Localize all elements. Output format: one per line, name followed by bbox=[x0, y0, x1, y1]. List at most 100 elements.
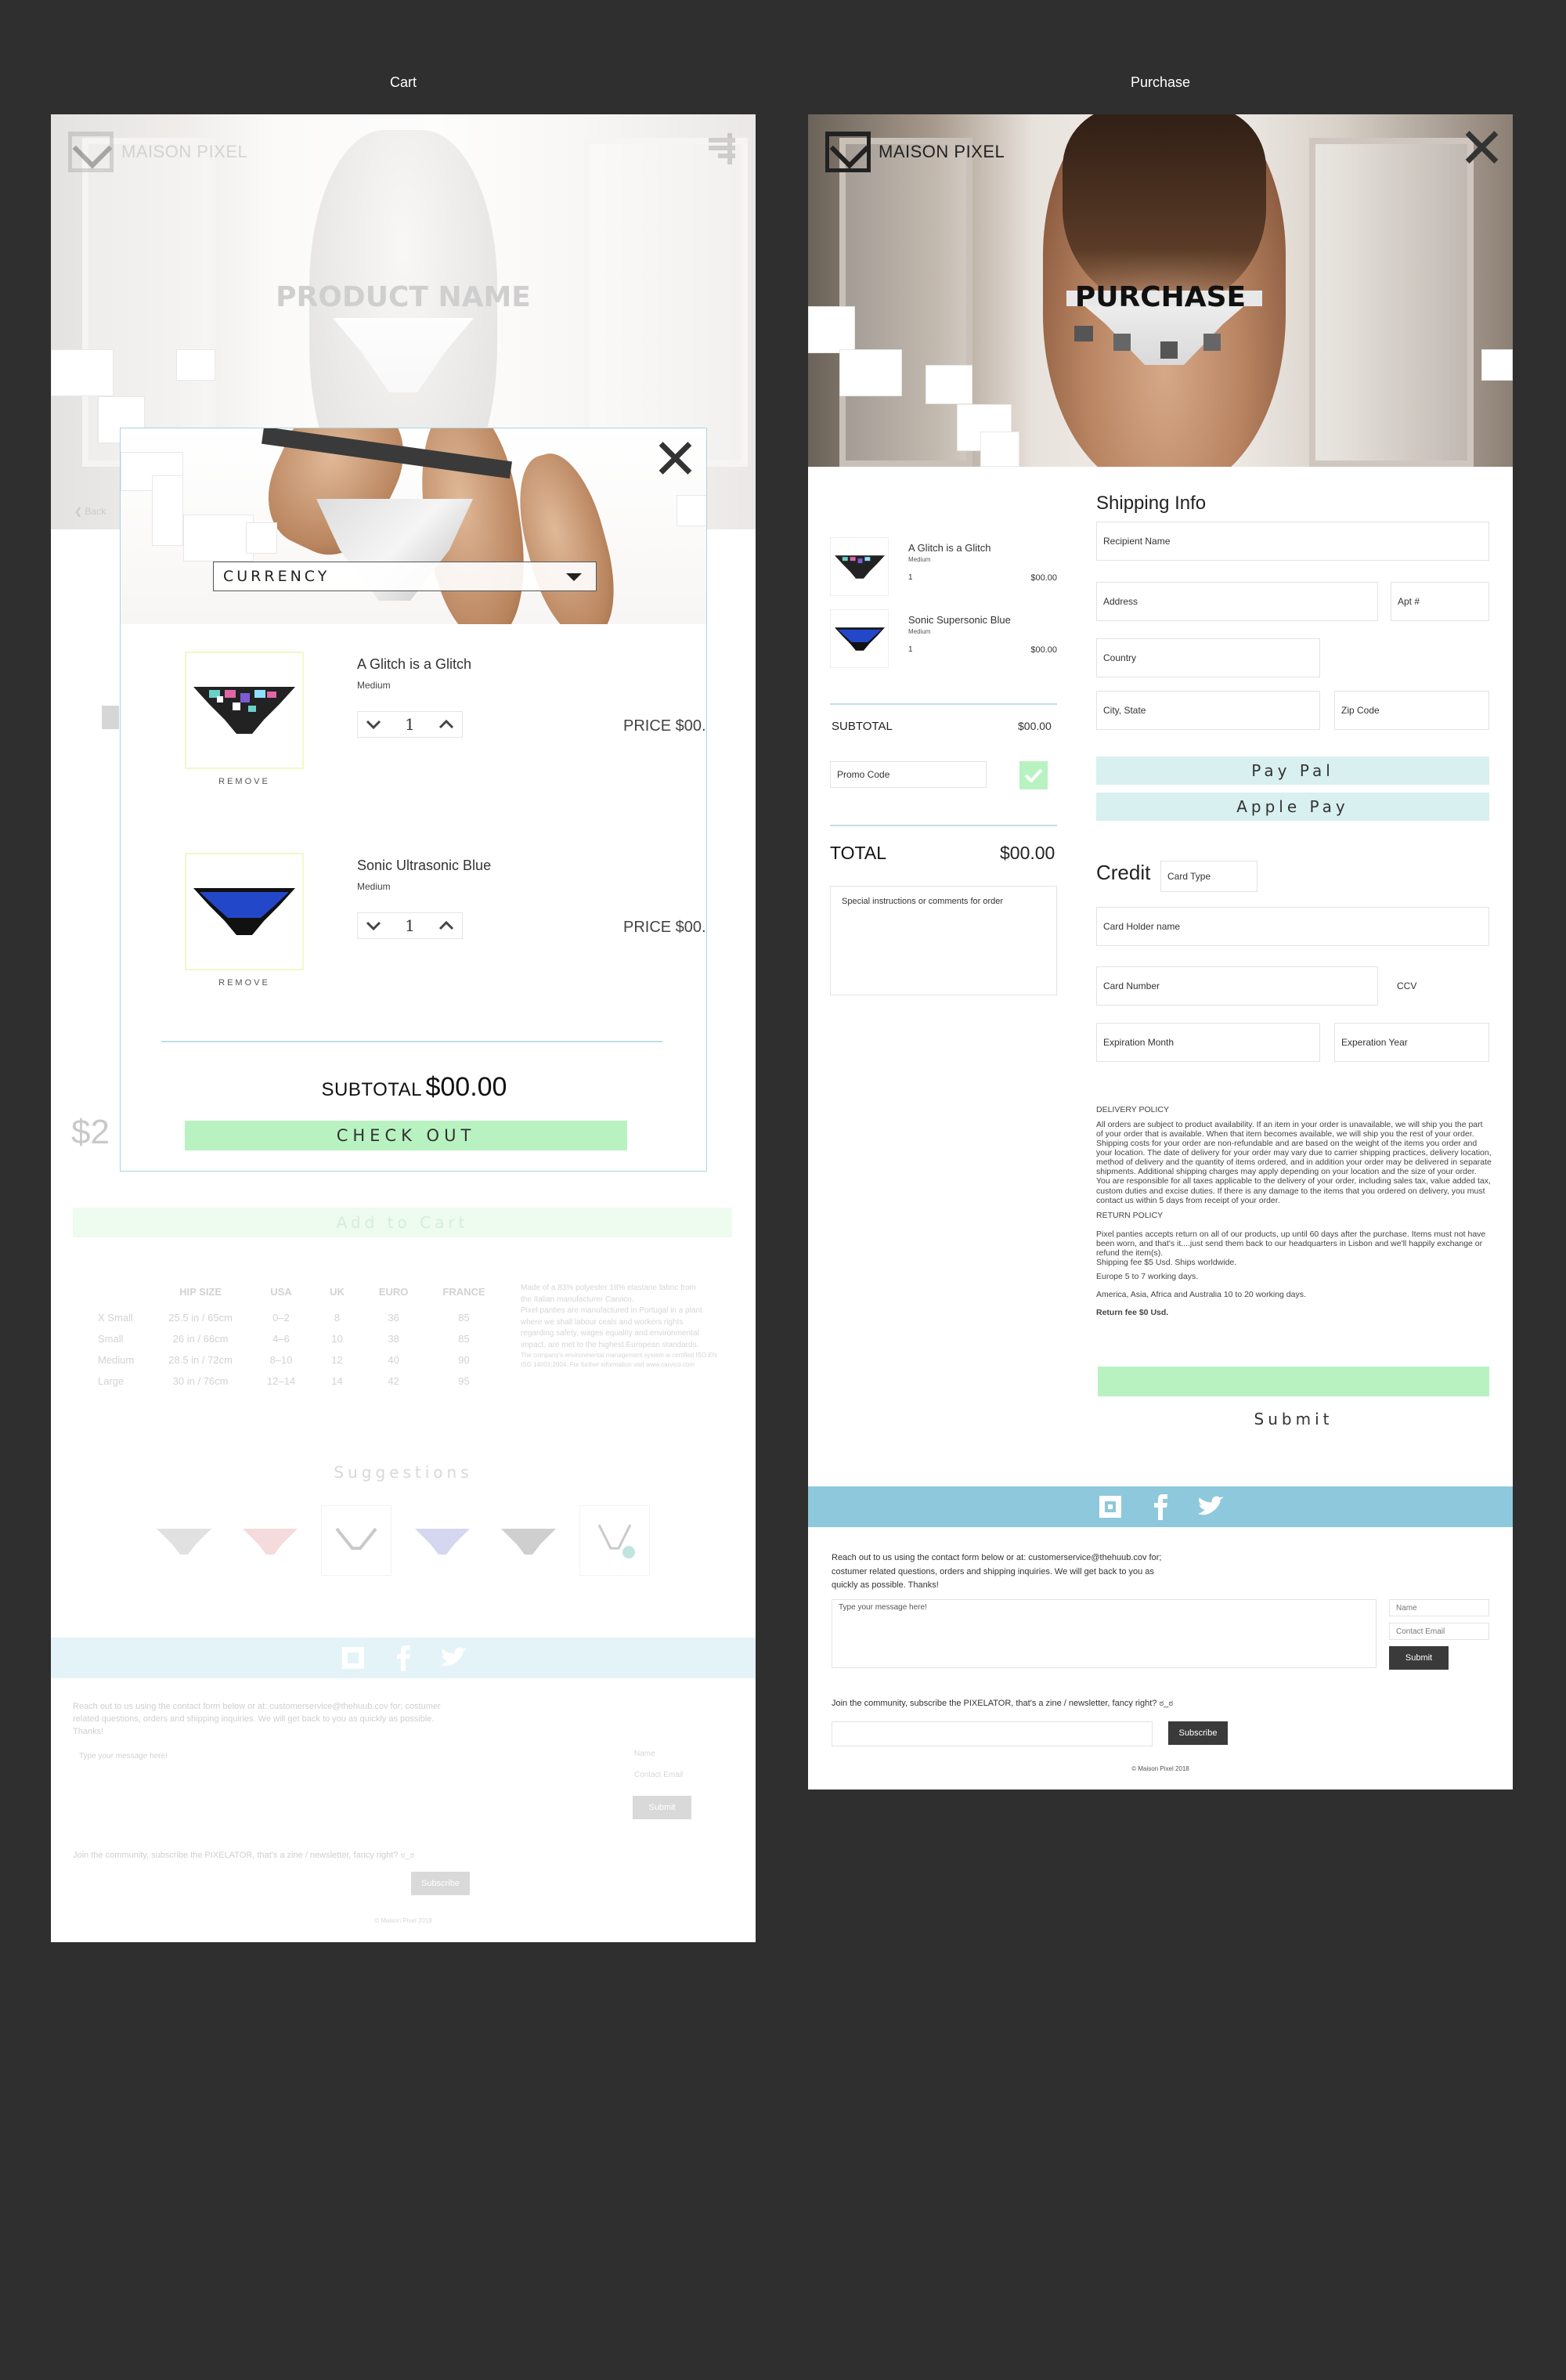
size-table-header: USA bbox=[270, 1286, 292, 1298]
country-input[interactable]: Country bbox=[1096, 638, 1320, 677]
product-price: $2 bbox=[71, 1113, 110, 1151]
expiration-year-input[interactable]: Experation Year bbox=[1334, 1023, 1489, 1062]
description-line: Made of a 83% polyester 18% elastane fab… bbox=[521, 1284, 697, 1292]
size-table-header: FRANCE bbox=[442, 1286, 485, 1298]
order-item: A Glitch is a Glitch Medium 1 $00.00 bbox=[830, 537, 1057, 600]
apt-input[interactable]: Apt # bbox=[1391, 582, 1489, 621]
apple-pay-button[interactable]: Apple Pay bbox=[1096, 793, 1489, 821]
card-number-input[interactable]: Card Number bbox=[1096, 966, 1378, 1006]
twitter-icon[interactable] bbox=[439, 1644, 467, 1672]
social-footer-bar bbox=[808, 1486, 1513, 1527]
subscribe-button[interactable]: Subscribe bbox=[1168, 1721, 1228, 1745]
expiration-month-input[interactable]: Expiration Month bbox=[1096, 1023, 1320, 1062]
size-table-header: HIP SIZE bbox=[179, 1286, 222, 1298]
back-link[interactable]: ❮ Back bbox=[74, 506, 106, 517]
product-thumbnail[interactable] bbox=[830, 537, 889, 596]
size-table-cell: Large bbox=[98, 1375, 124, 1387]
contact-email-input[interactable]: Contact Email bbox=[634, 1771, 683, 1779]
cart-modal: CURRENCY REMOVE A Glitch is a Glitch Med… bbox=[120, 428, 707, 1172]
size-table-cell: 90 bbox=[458, 1354, 470, 1366]
chevron-up-icon[interactable] bbox=[438, 719, 454, 730]
submit-button[interactable]: Submit bbox=[633, 1796, 691, 1819]
chevron-up-icon[interactable] bbox=[438, 920, 454, 931]
copyright: © Maison Pixel 2018 bbox=[1131, 1765, 1189, 1772]
checkout-button[interactable]: CHECK OUT bbox=[185, 1121, 627, 1150]
city-state-input[interactable]: City, State bbox=[1096, 691, 1320, 730]
size-table-cell: 42 bbox=[388, 1375, 399, 1387]
product-thumbnail[interactable] bbox=[185, 652, 304, 769]
item-price: PRICE $00.00 bbox=[623, 717, 706, 735]
instagram-icon[interactable] bbox=[339, 1644, 367, 1672]
instagram-icon[interactable] bbox=[1096, 1493, 1124, 1521]
special-instructions-textarea[interactable]: Special instructions or comments for ord… bbox=[830, 886, 1057, 995]
message-textarea[interactable]: Type your message here! bbox=[73, 1747, 605, 1814]
brand-logo[interactable]: MAISON PIXEL bbox=[825, 132, 1005, 172]
product-thumbnail[interactable] bbox=[830, 609, 889, 668]
total-value: $00.00 bbox=[1000, 843, 1055, 863]
logo-mark-icon bbox=[825, 132, 871, 172]
facebook-icon[interactable] bbox=[1146, 1493, 1174, 1521]
description-line: the Italian manufacturer Carvico. bbox=[521, 1295, 634, 1304]
promo-code-input[interactable]: Promo Code bbox=[830, 761, 987, 788]
twitter-icon[interactable] bbox=[1196, 1493, 1225, 1521]
ccv-input[interactable]: CCV bbox=[1391, 966, 1489, 1006]
size-table-cell: 85 bbox=[458, 1333, 470, 1345]
return-policy-title: RETURN POLICY bbox=[1096, 1210, 1164, 1220]
social-footer-bar bbox=[51, 1638, 756, 1678]
contact-text: Reach out to us using the contact form b… bbox=[73, 1702, 441, 1736]
cart-item: REMOVE Sonic Ultrasonic Blue Medium 1 PR… bbox=[185, 853, 706, 988]
delivery-policy-body: All orders are subject to product availa… bbox=[1096, 1120, 1492, 1205]
zip-code-input[interactable]: Zip Code bbox=[1334, 691, 1489, 730]
close-icon[interactable] bbox=[658, 441, 692, 475]
remove-button[interactable]: REMOVE bbox=[185, 978, 304, 988]
return-fee: Return fee $0 Usd. bbox=[1096, 1308, 1169, 1318]
suggestion-item[interactable] bbox=[149, 1505, 219, 1576]
size-table-row: Large 30 in / 76cm 12–14 14 42 95 bbox=[98, 1369, 503, 1390]
paypal-button[interactable]: Pay Pal bbox=[1096, 757, 1489, 785]
size-table-row: Small 26 in / 66cm 4–6 10 38 85 bbox=[98, 1327, 503, 1348]
card-type-dropdown[interactable]: Card Type bbox=[1160, 861, 1257, 892]
add-to-cart-button[interactable]: Add to Cart bbox=[73, 1208, 732, 1237]
cart-icon[interactable] bbox=[707, 133, 737, 164]
divider bbox=[161, 1041, 662, 1042]
order-item: Sonic Supersonic Blue Medium 1 $00.00 bbox=[830, 609, 1057, 672]
brand-name: MAISON PIXEL bbox=[879, 142, 1005, 161]
gallery-arrow[interactable] bbox=[102, 706, 119, 729]
contact-submit-button[interactable]: Submit bbox=[1389, 1646, 1449, 1670]
brand-logo[interactable]: MAISON PIXEL bbox=[68, 132, 247, 172]
suggestions-row bbox=[149, 1505, 650, 1576]
contact-email-input[interactable]: Contact Email bbox=[1389, 1623, 1489, 1640]
quantity-value[interactable]: 1 bbox=[405, 916, 415, 935]
address-input[interactable]: Address bbox=[1096, 582, 1378, 621]
chevron-down-icon[interactable] bbox=[366, 719, 381, 730]
close-icon[interactable] bbox=[1464, 130, 1499, 164]
suggestion-item[interactable] bbox=[407, 1505, 478, 1576]
facebook-icon[interactable] bbox=[389, 1644, 417, 1672]
remove-button[interactable]: REMOVE bbox=[185, 777, 304, 786]
suggestion-item[interactable] bbox=[493, 1505, 564, 1576]
newsletter-email-input[interactable] bbox=[832, 1721, 1153, 1746]
submit-button[interactable]: Submit bbox=[1098, 1410, 1489, 1428]
size-table-cell: 12–14 bbox=[266, 1375, 296, 1387]
name-input[interactable]: Name bbox=[1389, 1599, 1489, 1616]
subscribe-button[interactable]: Subscribe bbox=[411, 1872, 470, 1895]
name-input[interactable]: Name bbox=[634, 1750, 655, 1758]
message-textarea[interactable]: Type your message here! bbox=[832, 1599, 1377, 1668]
quantity-value[interactable]: 1 bbox=[405, 715, 415, 734]
suggestion-item[interactable] bbox=[235, 1505, 305, 1576]
submit-bar[interactable] bbox=[1098, 1367, 1489, 1396]
item-name: Sonic Supersonic Blue bbox=[908, 614, 1011, 626]
suggestion-item[interactable] bbox=[579, 1505, 650, 1576]
divider bbox=[830, 825, 1057, 826]
product-thumbnail[interactable] bbox=[185, 853, 304, 970]
suggestion-item[interactable] bbox=[321, 1505, 392, 1576]
chevron-down-icon[interactable] bbox=[366, 920, 381, 931]
currency-dropdown[interactable]: CURRENCY bbox=[213, 562, 597, 591]
apply-promo-button[interactable] bbox=[1019, 761, 1048, 789]
card-holder-name-input[interactable]: Card Holder name bbox=[1096, 907, 1489, 946]
recipient-name-input[interactable]: Recipient Name bbox=[1096, 522, 1489, 561]
size-table-row: X Small 25.5 in / 65cm 0–2 8 36 85 bbox=[98, 1306, 503, 1327]
size-table-cell: 85 bbox=[458, 1312, 470, 1324]
policy-text: DELIVERY POLICY All orders are subject t… bbox=[1096, 1105, 1492, 1323]
description-line: where we shall labour ceals and workers … bbox=[521, 1317, 684, 1327]
